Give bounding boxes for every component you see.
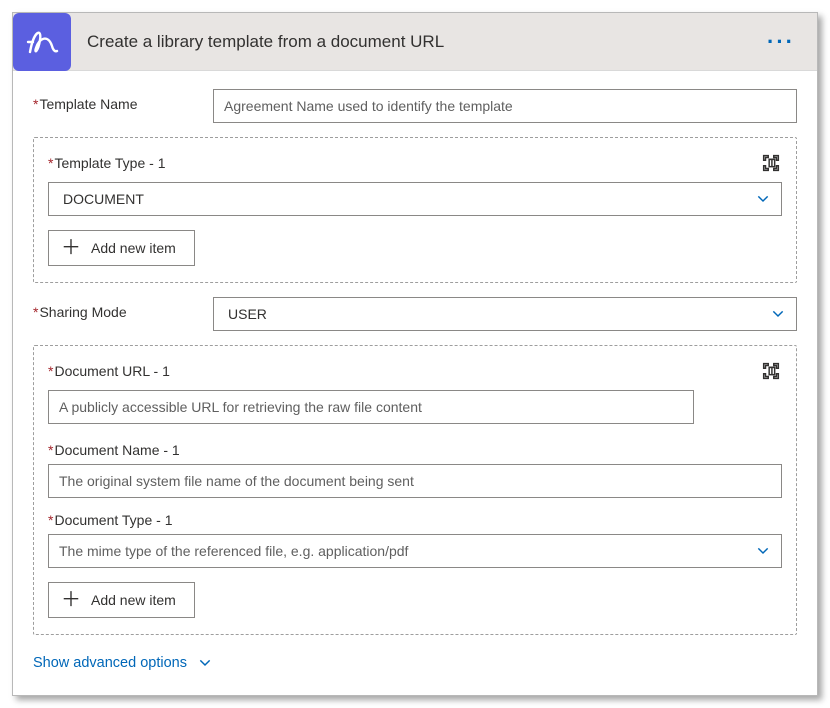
template-name-row: *Template Name Agreement Name used to id… — [33, 89, 797, 123]
chevron-down-icon — [770, 306, 786, 322]
plus-icon: ＋ — [61, 238, 81, 258]
chevron-down-icon — [755, 191, 771, 207]
add-template-type-button[interactable]: ＋ Add new item — [48, 230, 195, 266]
document-type-label: *Document Type - 1 — [48, 512, 782, 528]
action-card: Create a library template from a documen… — [12, 12, 818, 696]
template-name-label: *Template Name — [33, 89, 213, 112]
card-title: Create a library template from a documen… — [71, 32, 745, 52]
sharing-mode-label: *Sharing Mode — [33, 297, 213, 320]
sharing-mode-row: *Sharing Mode USER — [33, 297, 797, 331]
template-type-label: *Template Type - 1 — [48, 155, 165, 171]
show-advanced-options[interactable]: Show advanced options — [33, 655, 213, 671]
document-name-input[interactable]: The original system file name of the doc… — [48, 464, 782, 498]
document-type-select[interactable]: The mime type of the referenced file, e.… — [48, 534, 782, 568]
adobe-sign-icon — [13, 13, 71, 71]
dynamic-content-icon[interactable] — [760, 360, 782, 382]
document-url-label: *Document URL - 1 — [48, 363, 170, 379]
document-group: *Document URL - 1 A publicly accessible … — [33, 345, 797, 635]
add-document-button[interactable]: ＋ Add new item — [48, 582, 195, 618]
template-name-input[interactable]: Agreement Name used to identify the temp… — [213, 89, 797, 123]
sharing-mode-select[interactable]: USER — [213, 297, 797, 331]
card-body: *Template Name Agreement Name used to id… — [13, 71, 817, 695]
chevron-down-icon — [755, 543, 771, 559]
card-header: Create a library template from a documen… — [13, 13, 817, 71]
dynamic-content-icon[interactable] — [760, 152, 782, 174]
template-type-select[interactable]: DOCUMENT — [48, 182, 782, 216]
card-menu-button[interactable]: ··· — [745, 29, 817, 55]
chevron-down-icon — [197, 655, 213, 671]
template-type-group: *Template Type - 1 DOCUMENT ＋ A — [33, 137, 797, 283]
plus-icon: ＋ — [61, 590, 81, 610]
document-url-input[interactable]: A publicly accessible URL for retrieving… — [48, 390, 694, 424]
document-name-label: *Document Name - 1 — [48, 442, 782, 458]
